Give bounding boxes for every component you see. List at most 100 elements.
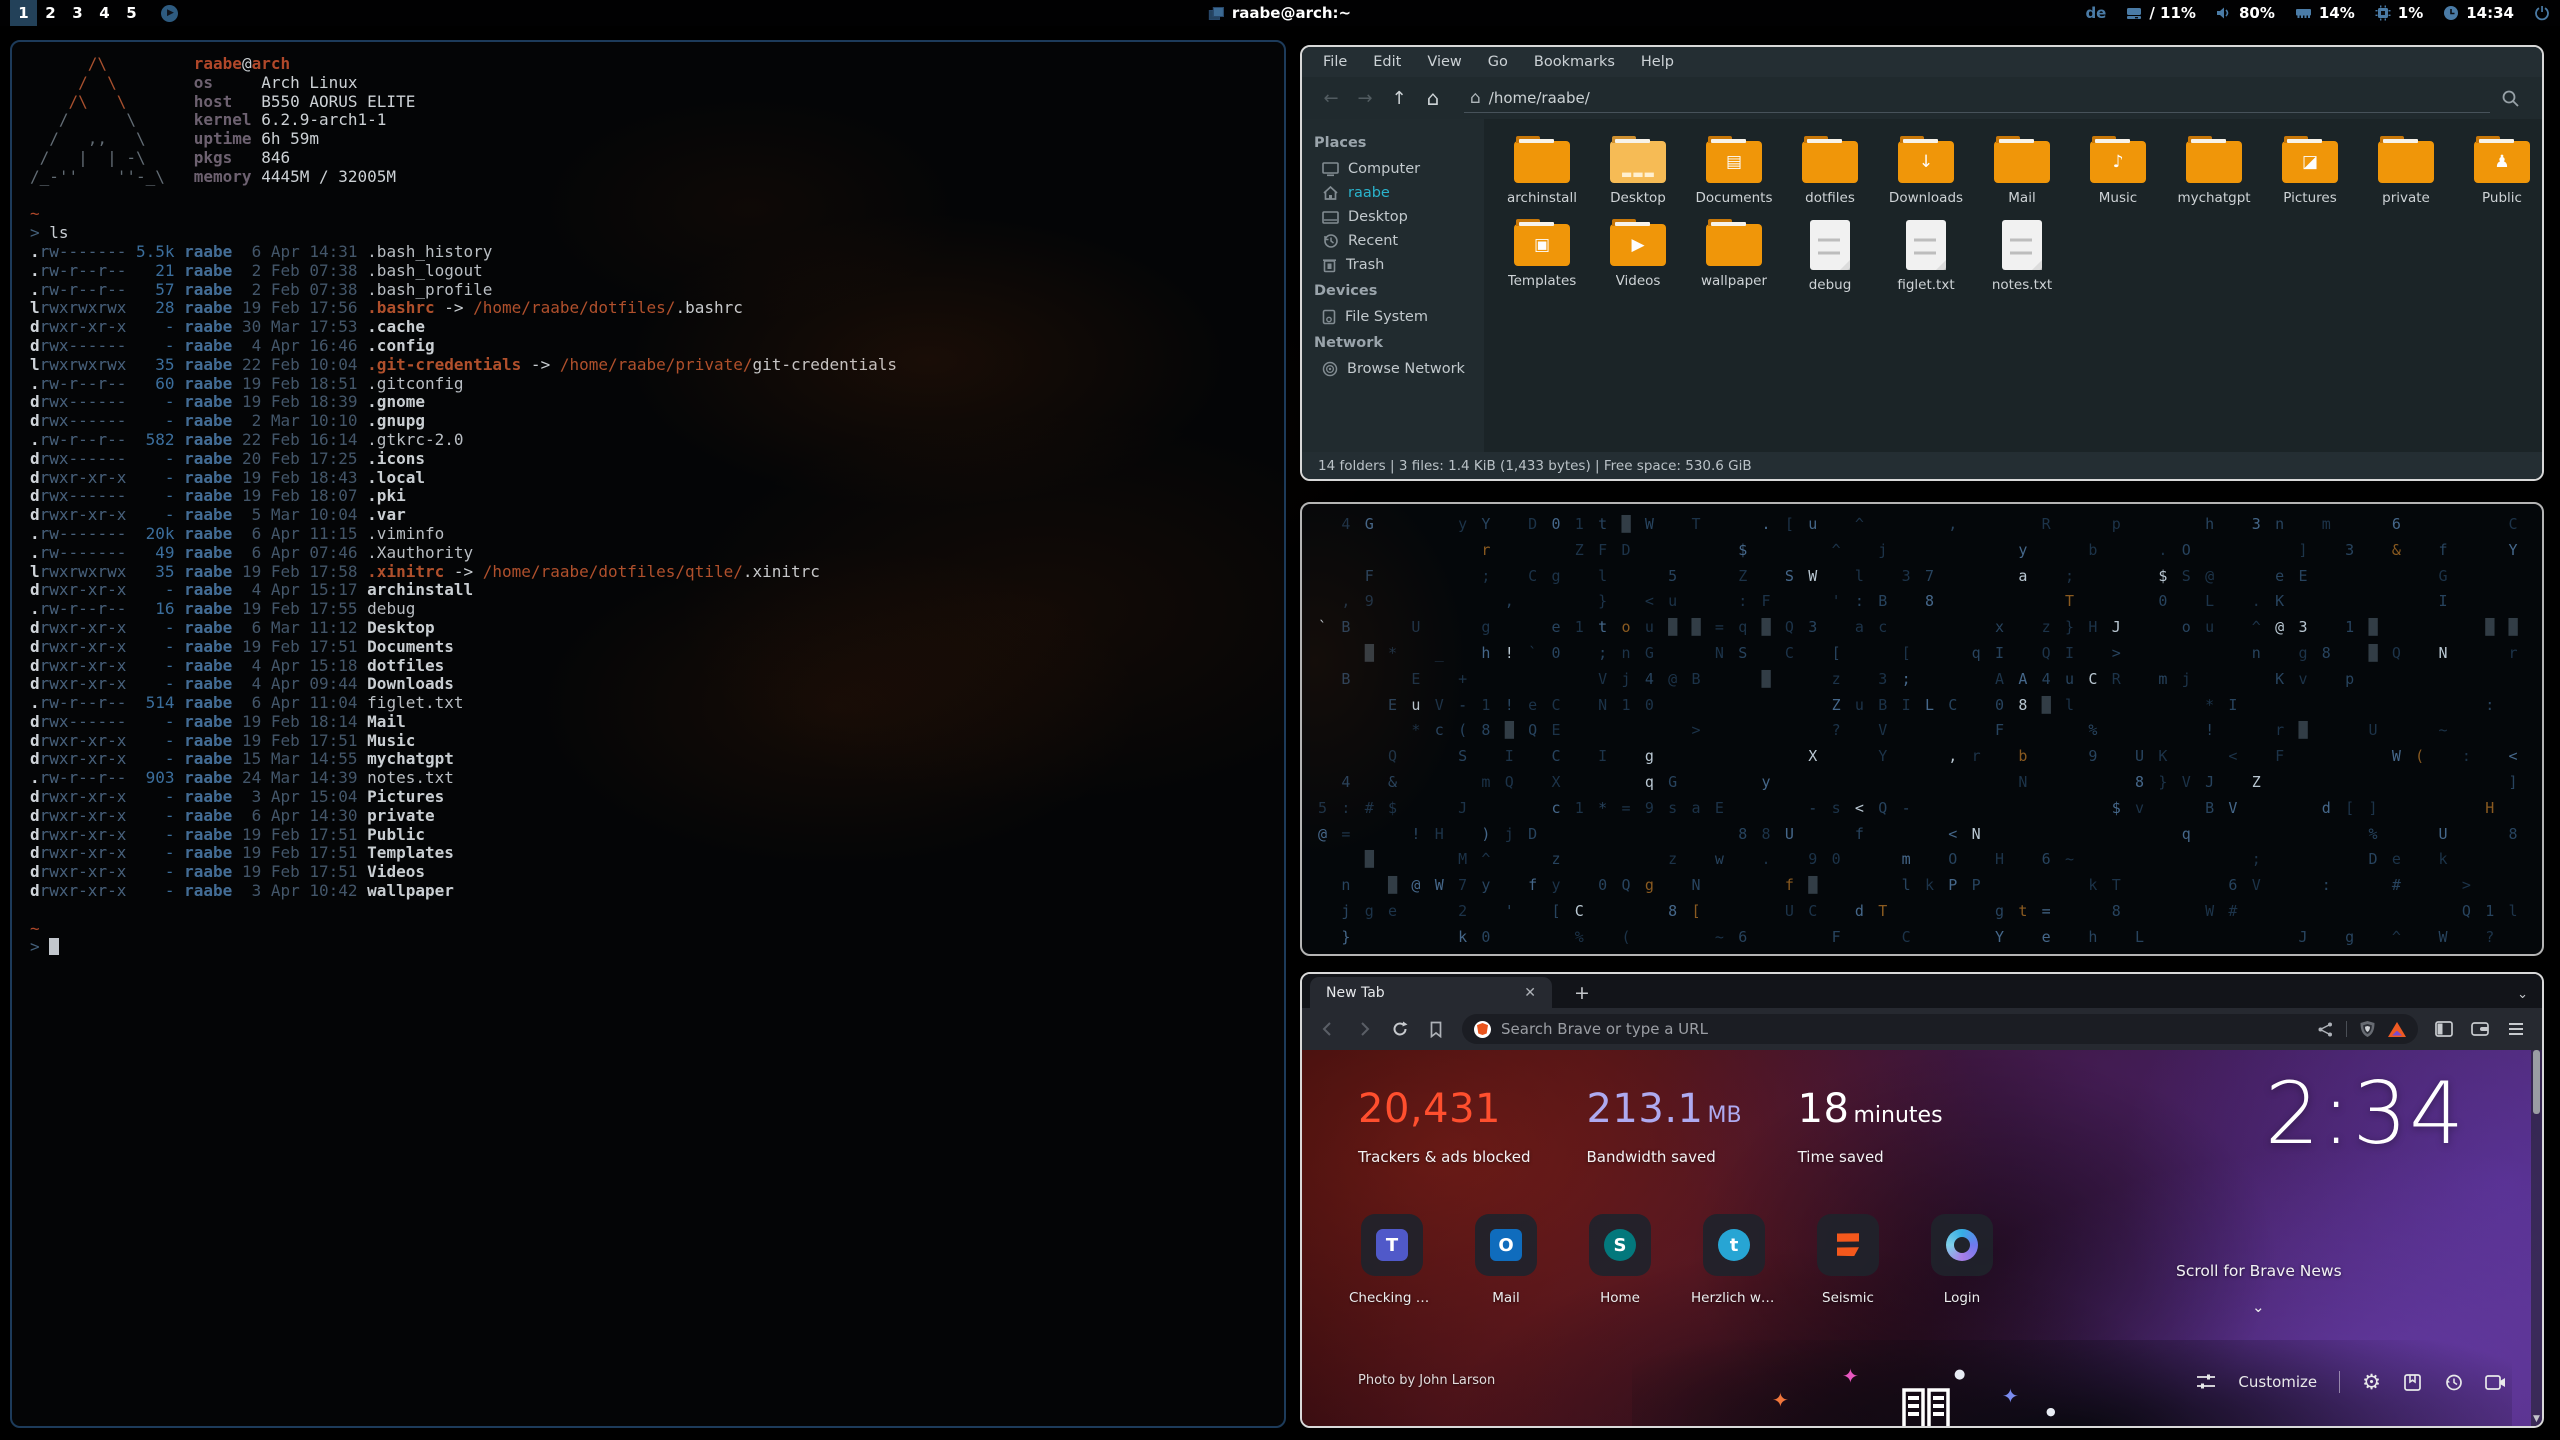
shortcut-home[interactable]: S Home	[1576, 1214, 1664, 1306]
file-item-Music[interactable]: ♪Music	[2070, 133, 2166, 206]
menu-edit[interactable]: Edit	[1362, 51, 1412, 73]
file-item-Mail[interactable]: Mail	[1974, 133, 2070, 206]
browser-back-icon[interactable]	[1312, 1013, 1344, 1045]
settings-gear-icon[interactable]: ⚙	[2362, 1370, 2381, 1394]
menu-go[interactable]: Go	[1477, 51, 1519, 73]
up-button[interactable]: ↑	[1382, 83, 1416, 113]
shortcut-seismic[interactable]: Seismic	[1804, 1214, 1892, 1306]
tab-search-chevron-icon[interactable]: ⌄	[2517, 987, 2528, 1008]
shortcut-teams[interactable]: T Checking y…	[1348, 1214, 1436, 1306]
sparkle-blue: ✦	[2002, 1384, 2019, 1408]
news-chevron-icon[interactable]: ⌄	[2252, 1298, 2265, 1316]
share-icon[interactable]	[2317, 1021, 2334, 1038]
bookmark-icon[interactable]	[1420, 1013, 1452, 1045]
path-bar[interactable]: ⌂ /home/raabe/	[1464, 83, 2490, 113]
file-label: Videos	[1616, 273, 1661, 289]
forward-button[interactable]: →	[1348, 83, 1382, 113]
cpu-widget[interactable]: 1%	[2375, 4, 2423, 22]
url-bar[interactable]: Search Brave or type a URL	[1462, 1014, 2418, 1044]
search-icon[interactable]	[2490, 89, 2530, 108]
home-button[interactable]: ⌂	[1416, 83, 1450, 113]
scrollbar-down-arrow[interactable]: ▼	[2531, 1414, 2542, 1424]
disk-widget[interactable]: / 11%	[2126, 4, 2196, 22]
brave-news-book-icon[interactable]	[1900, 1386, 1952, 1426]
brave-shields-icon[interactable]	[2359, 1020, 2376, 1038]
terminal-window[interactable]: /\ raabe@arch / \ os Arch Linux /\ \ hos…	[10, 40, 1286, 1428]
sidebar-item-home-raabe[interactable]: raabe	[1314, 181, 1484, 205]
customize-button[interactable]: Customize	[2238, 1373, 2317, 1391]
file-item-private[interactable]: private	[2358, 133, 2454, 206]
menu-view[interactable]: View	[1416, 51, 1472, 73]
folder-icon: ↓	[1898, 141, 1954, 183]
sidebar-item-browse-network[interactable]: Browse Network	[1314, 357, 1484, 381]
volume-widget[interactable]: 80%	[2216, 4, 2275, 22]
history-icon[interactable]	[2444, 1373, 2463, 1392]
file-manager-window[interactable]: File Edit View Go Bookmarks Help ← → ↑ ⌂…	[1300, 45, 2544, 481]
workspace-3[interactable]: 3	[64, 0, 91, 26]
brave-rewards-icon[interactable]	[2388, 1022, 2406, 1037]
file-label: Desktop	[1610, 190, 1666, 206]
workspace-2[interactable]: 2	[37, 0, 64, 26]
wallet-icon[interactable]	[2464, 1013, 2496, 1045]
file-list-view[interactable]: archinstall▬▬▬Desktop▤Documentsdotfiles↓…	[1484, 119, 2544, 452]
keyboard-layout[interactable]: de	[2085, 4, 2106, 22]
clock-widget[interactable]: 14:34	[2443, 4, 2514, 22]
sidebar-item-recent[interactable]: Recent	[1314, 229, 1484, 253]
file-item-Public[interactable]: ♟Public	[2454, 133, 2544, 206]
file-item-Pictures[interactable]: ◪Pictures	[2262, 133, 2358, 206]
file-item-Desktop[interactable]: ▬▬▬Desktop	[1590, 133, 1686, 206]
browser-menu-icon[interactable]	[2500, 1013, 2532, 1045]
reload-icon[interactable]	[1384, 1013, 1416, 1045]
workspace-5[interactable]: 5	[118, 0, 145, 26]
back-button[interactable]: ←	[1314, 83, 1348, 113]
tab-close-icon[interactable]: ✕	[1518, 983, 1542, 1003]
sidebar-item-filesystem[interactable]: File System	[1314, 305, 1484, 329]
sidebar-item-trash[interactable]: Trash	[1314, 253, 1484, 277]
menu-bookmarks[interactable]: Bookmarks	[1523, 51, 1626, 73]
file-item-Templates[interactable]: ▣Templates	[1494, 216, 1590, 293]
page-scrollbar[interactable]: ▼	[2531, 1050, 2542, 1426]
brave-browser-window[interactable]: New Tab ✕ + ⌄ Search Brave or type a URL	[1300, 972, 2544, 1428]
tab-new-tab[interactable]: New Tab ✕	[1310, 977, 1552, 1008]
sidebar-toggle-icon[interactable]	[2428, 1013, 2460, 1045]
matrix-terminal-window[interactable]: 4G yY D01t█W T .[u ^ , R p h 3n m 6 C r …	[1300, 502, 2544, 956]
file-item-Downloads[interactable]: ↓Downloads	[1878, 133, 1974, 206]
cards-icon[interactable]	[2403, 1373, 2422, 1392]
new-tab-button[interactable]: +	[1566, 982, 1598, 1008]
network-icon	[1322, 361, 1338, 377]
file-item-dotfiles[interactable]: dotfiles	[1782, 133, 1878, 206]
file-item-Videos[interactable]: ▶Videos	[1590, 216, 1686, 293]
workspace-list: 12345	[10, 0, 145, 26]
shortcut-mail[interactable]: O Mail	[1462, 1214, 1550, 1306]
shortcut-tumblr[interactable]: t Herzlich will…	[1690, 1214, 1778, 1306]
background-video-icon[interactable]	[2485, 1374, 2506, 1391]
file-item-archinstall[interactable]: archinstall	[1494, 133, 1590, 206]
workspace-4[interactable]: 4	[91, 0, 118, 26]
power-widget[interactable]	[2534, 5, 2550, 21]
browser-toolbar: Search Brave or type a URL	[1302, 1008, 2542, 1050]
places-sidebar: Places Computer raabe Desktop Recent	[1302, 119, 1484, 452]
file-item-figlet.txt[interactable]: figlet.txt	[1878, 216, 1974, 293]
file-item-Documents[interactable]: ▤Documents	[1686, 133, 1782, 206]
workspace-1[interactable]: 1	[10, 0, 37, 26]
menu-help[interactable]: Help	[1630, 51, 1685, 73]
brave-search-icon	[1474, 1021, 1491, 1038]
sidebar-item-desktop[interactable]: Desktop	[1314, 205, 1484, 229]
file-item-notes.txt[interactable]: notes.txt	[1974, 216, 2070, 293]
scrollbar-thumb[interactable]	[2533, 1050, 2540, 1114]
sidebar-item-computer[interactable]: Computer	[1314, 157, 1484, 181]
customize-sliders-icon[interactable]	[2196, 1373, 2216, 1391]
menu-file[interactable]: File	[1312, 51, 1358, 73]
memory-icon	[2295, 5, 2312, 21]
file-item-debug[interactable]: debug	[1782, 216, 1878, 293]
new-tab-page: 20,431 Trackers & ads blocked 213.1MB Ba…	[1302, 1050, 2542, 1426]
memory-widget[interactable]: 14%	[2295, 4, 2355, 22]
browser-forward-icon[interactable]	[1348, 1013, 1380, 1045]
file-item-wallpaper[interactable]: wallpaper	[1686, 216, 1782, 293]
layout-indicator-icon[interactable]: ▶	[161, 5, 178, 22]
file-label: Public	[2482, 190, 2522, 206]
file-item-mychatgpt[interactable]: mychatgpt	[2166, 133, 2262, 206]
terminal-output: /\ raabe@arch / \ os Arch Linux /\ \ hos…	[12, 42, 1284, 957]
file-label: Documents	[1696, 190, 1773, 206]
shortcut-login[interactable]: Login	[1918, 1214, 2006, 1306]
